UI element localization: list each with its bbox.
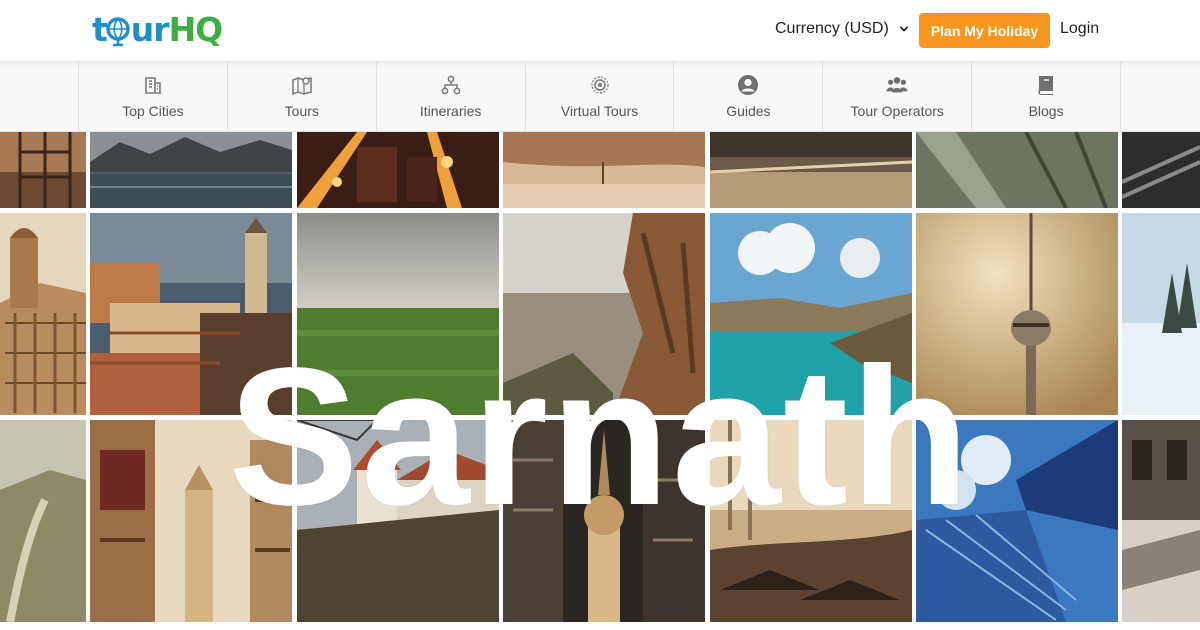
collage-photo [710,132,912,208]
nav-item-label: Tour Operators [850,103,944,119]
destination-title: Sarnath [228,327,972,546]
map-pin-icon [291,74,313,96]
chevron-down-icon [899,26,908,32]
target-icon [589,74,611,96]
nav-item-label: Blogs [1028,103,1064,119]
collage-photo [1122,132,1200,208]
logo-text-hq: HQ [168,10,224,49]
collage-photo [90,132,292,208]
nav-item-tours[interactable]: Tours [228,62,377,132]
users-icon [886,74,908,96]
nav-item-guides[interactable]: Guides [674,62,824,132]
globe-icon: o [106,10,131,49]
photo-collage: Sarnath [0,132,1200,630]
tourhq-logo[interactable]: to tourHQ [92,10,224,50]
user-circle-icon [737,74,759,96]
nav-item-label: Tours [284,103,319,119]
nav-item-top-cities[interactable]: Top Cities [79,62,228,132]
network-icon [440,74,462,96]
nav-item-label: Guides [726,103,771,119]
collage-photo [297,132,499,208]
nav-item-virtual-tours[interactable]: Virtual Tours [526,62,675,132]
nav-item-itineraries[interactable]: Itineraries [377,62,526,132]
login-link[interactable]: Login [1060,20,1099,38]
nav-item-blogs[interactable]: Blogs [972,62,1122,132]
top-header: to tourHQ Currency (USD) Plan My Holiday… [0,0,1200,62]
nav-item-tour-operators[interactable]: Tour Operators [823,62,973,132]
nav-item-label: Itineraries [419,103,482,119]
currency-dropdown[interactable]: Currency (USD) [775,20,909,38]
category-nav: Top Cities Tours Itineraries Virtual Tou… [0,62,1200,132]
collage-photo [916,132,1118,208]
collage-photo [0,132,86,208]
currency-label: Currency (USD) [775,20,889,37]
logo-letter-t: t [92,10,108,49]
plan-my-holiday-button[interactable]: Plan My Holiday [919,13,1050,48]
logo-text-ur: ur [130,10,170,49]
building-icon [142,74,164,96]
nav-item-label: Top Cities [122,103,184,119]
collage-photo [503,132,705,208]
nav-item-label: Virtual Tours [560,103,639,119]
book-icon [1035,74,1057,96]
